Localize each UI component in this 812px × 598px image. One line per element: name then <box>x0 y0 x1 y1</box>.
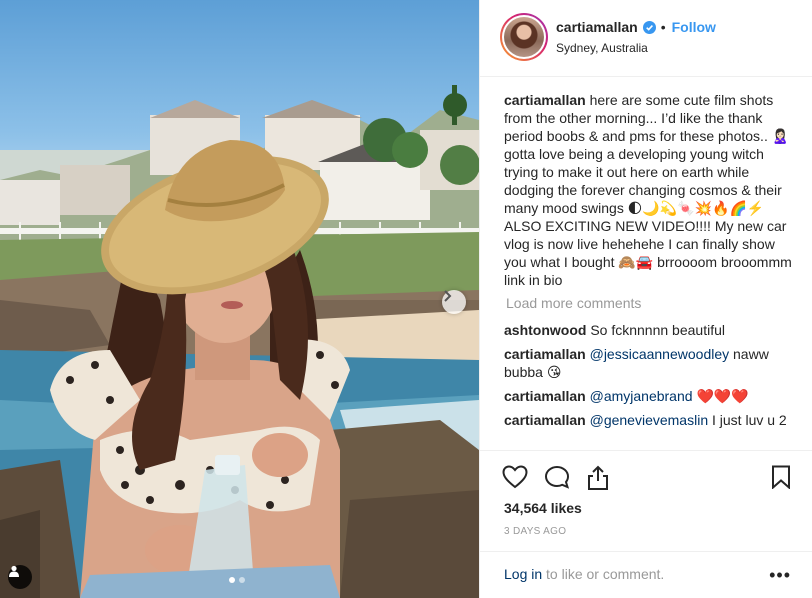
location-link[interactable]: Sydney, Australia <box>556 41 648 55</box>
likes-count[interactable]: 34,564 likes <box>504 500 582 516</box>
post-date[interactable]: 3 DAYS AGO <box>504 526 566 537</box>
load-more-comments-button[interactable]: Load more comments <box>506 295 793 311</box>
share-icon[interactable] <box>586 465 610 491</box>
carousel-dot <box>239 577 245 583</box>
comment-author[interactable]: ashtonwood <box>504 322 586 338</box>
carousel-dot-active <box>229 577 235 583</box>
comment-mention[interactable]: @genevievemaslin <box>590 412 709 428</box>
follow-button[interactable]: Follow <box>672 19 716 35</box>
comment-item: cartiamallan @genevievemaslin I just luv… <box>504 411 793 429</box>
caption-text: here are some cute film shots from the o… <box>504 92 792 288</box>
comment-author[interactable]: cartiamallan <box>504 346 586 362</box>
username-row: cartiamallan • Follow <box>556 19 716 35</box>
comment-icon[interactable] <box>544 465 570 491</box>
comments-list: cartiamallan here are some cute film sho… <box>480 78 812 448</box>
heart-icon[interactable] <box>502 465 528 491</box>
caption: cartiamallan here are some cute film sho… <box>504 91 793 289</box>
login-rest-text: to like or comment. <box>542 566 665 582</box>
post-photo[interactable] <box>0 0 479 598</box>
comment-author[interactable]: cartiamallan <box>504 412 586 428</box>
avatar[interactable] <box>500 13 548 61</box>
photo-illustration <box>0 85 479 598</box>
login-link[interactable]: Log in <box>504 566 542 582</box>
action-icons <box>502 465 610 491</box>
post-actions: 34,564 likes 3 DAYS AGO Log in to like o… <box>480 450 812 598</box>
comment-author[interactable]: cartiamallan <box>504 388 586 404</box>
carousel-indicator <box>229 577 245 583</box>
post-details-panel: cartiamallan • Follow Sydney, Australia … <box>479 0 812 598</box>
comment-text: ❤️❤️❤️ <box>696 388 749 404</box>
comment-item: cartiamallan @amyjanebrand ❤️❤️❤️ <box>504 387 793 405</box>
bookmark-icon[interactable] <box>771 465 791 489</box>
comment-text: I just luv u 2 <box>712 412 787 428</box>
comment-mention[interactable]: @amyjanebrand <box>590 388 693 404</box>
login-prompt: Log in to like or comment. ••• <box>480 551 812 598</box>
more-options-button[interactable]: ••• <box>769 565 791 586</box>
comment-item: ashtonwood So fcknnnnn beautiful <box>504 321 793 339</box>
user-tag-button[interactable] <box>8 565 32 589</box>
post-header: cartiamallan • Follow Sydney, Australia <box>480 0 812 77</box>
login-prompt-text: Log in to like or comment. <box>504 566 664 582</box>
caption-author[interactable]: cartiamallan <box>504 92 586 108</box>
comment-mention[interactable]: @jessicaannewoodley <box>590 346 730 362</box>
avatar-image <box>504 17 544 57</box>
separator: • <box>660 19 666 35</box>
username-link[interactable]: cartiamallan <box>556 19 638 35</box>
comment-text: So fcknnnnn beautiful <box>590 322 725 338</box>
verified-badge-icon <box>642 20 656 34</box>
carousel-next-button[interactable] <box>442 290 466 314</box>
comment-item: cartiamallan @jessicaannewoodley naww bu… <box>504 345 793 381</box>
